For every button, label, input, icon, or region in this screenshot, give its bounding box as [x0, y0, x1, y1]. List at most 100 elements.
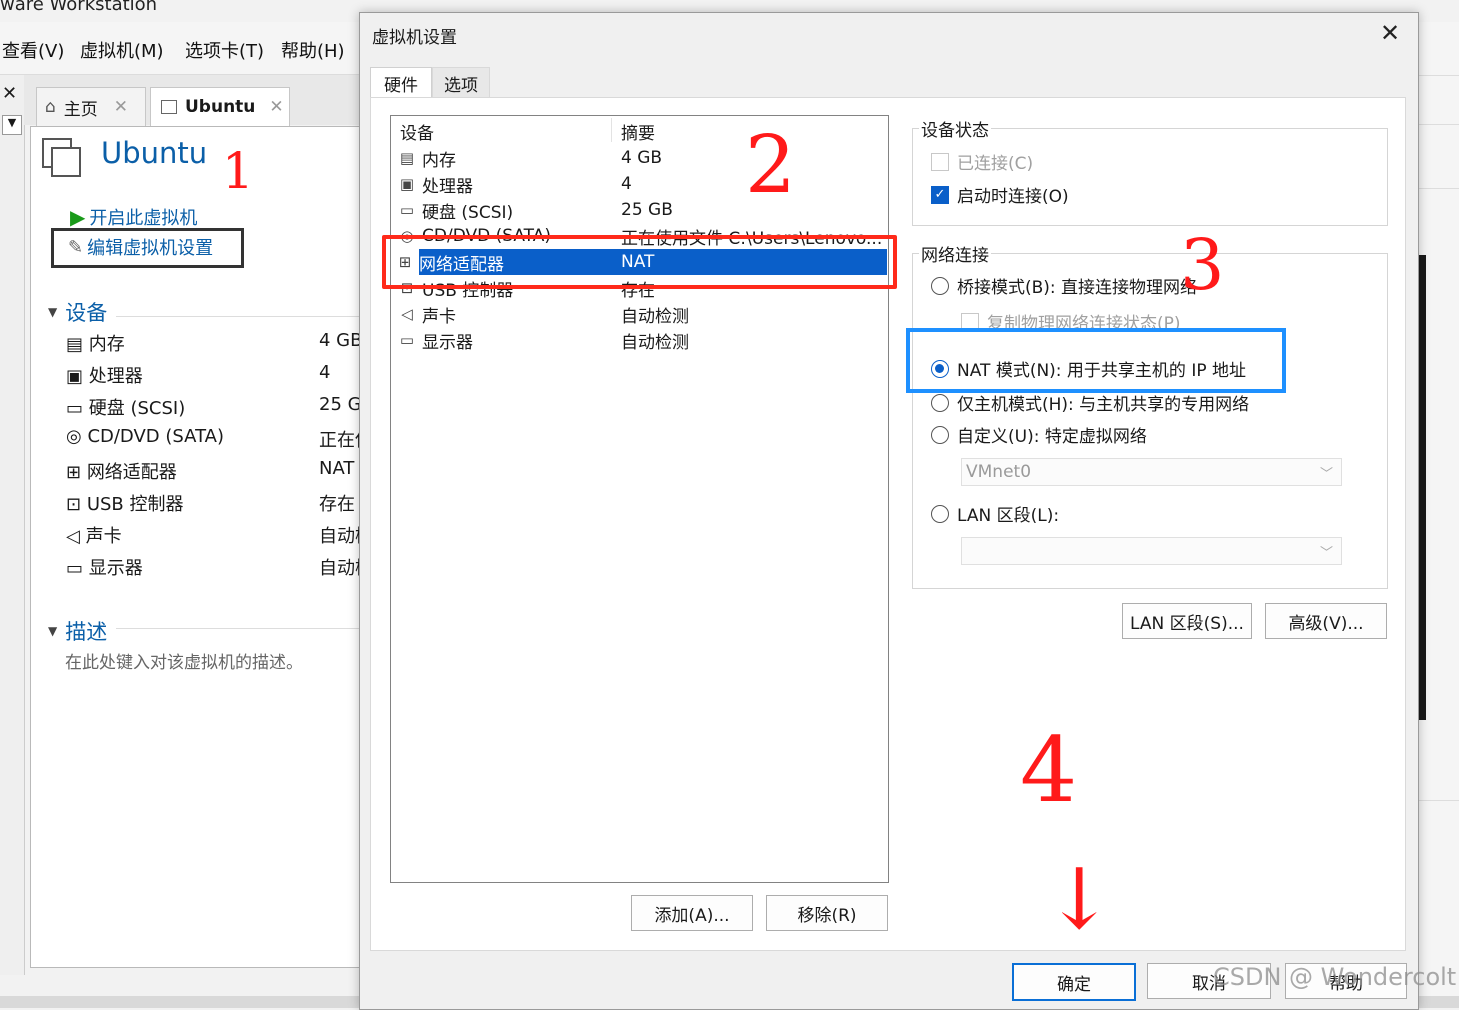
home-icon: ⌂ — [45, 97, 56, 117]
tab-home-label: 主页 — [63, 99, 98, 120]
network-icon: ⊞ — [66, 462, 87, 483]
sound-icon: ◁ — [401, 305, 413, 323]
device-value: 存在 — [319, 494, 355, 515]
remove-button[interactable]: 移除(R) — [766, 895, 888, 931]
divider — [116, 316, 359, 317]
vm-device-usb[interactable]: ⊡ USB 控制器 — [66, 490, 183, 516]
connected-checkbox[interactable]: 已连接(C) — [931, 149, 1033, 174]
ok-button[interactable]: 确定 — [1012, 963, 1136, 1001]
vm-device-sound[interactable]: ◁ 声卡 — [66, 522, 122, 548]
lan-segments-button[interactable]: LAN 区段(S)... — [1122, 603, 1252, 639]
custom-network-select[interactable]: VMnet0 ﹀ — [961, 458, 1342, 486]
device-name: 处理器 — [88, 366, 143, 387]
bridged-radio[interactable]: 桥接模式(B): 直接连接物理网络 — [931, 273, 1197, 298]
device-value: 正在使 — [319, 430, 359, 451]
device-name: 声卡 — [85, 526, 122, 547]
device-name: 处理器 — [422, 176, 473, 197]
device-name: 显示器 — [422, 332, 473, 353]
close-tab-icon[interactable]: ✕ — [114, 97, 128, 117]
device-summary: 自动检测 — [621, 332, 689, 353]
tab-ubuntu[interactable]: Ubuntu ✕ — [150, 87, 290, 126]
close-tab-icon[interactable]: ✕ — [269, 97, 283, 117]
harddisk-icon: ▭ — [399, 201, 415, 219]
library-strip: ✕ ▼ — [0, 75, 25, 975]
tab-hardware[interactable]: 硬件 — [370, 67, 432, 98]
power-on-link[interactable]: ▶ 开启此虚拟机 — [70, 204, 197, 230]
background-window-edge — [1418, 30, 1459, 1005]
vm-device-cpu[interactable]: ▣ 处理器 — [66, 362, 143, 388]
vm-name: Ubuntu — [101, 136, 208, 170]
close-library-icon[interactable]: ✕ — [2, 83, 17, 104]
tab-home[interactable]: ⌂ 主页 ✕ — [36, 87, 146, 126]
vm-device-monitor[interactable]: ▭ 显示器 — [66, 554, 143, 580]
device-status-legend: 设备状态 — [921, 121, 989, 141]
vm-device-cd[interactable]: ◎ CD/DVD (SATA) — [66, 426, 224, 447]
monitor-icon: ▭ — [66, 558, 89, 579]
tab-ubuntu-label: Ubuntu — [185, 97, 256, 117]
collapse-icon: ▼ — [48, 624, 58, 638]
memory-icon: ▤ — [399, 149, 415, 167]
description-section-header[interactable]: ▼ 描述 — [48, 616, 107, 646]
list-item-cpu[interactable]: ▣ 处理器 4 — [396, 171, 886, 197]
list-header: 设备 摘要 — [396, 118, 886, 144]
device-list: 设备 摘要 ▤ 内存 4 GB ▣ 处理器 4 ▭ 硬盘 (SCSI) 25 GB ◎ CD/… — [390, 115, 889, 883]
annotation-box-step2 — [382, 235, 897, 289]
column-device[interactable]: 设备 — [400, 119, 434, 144]
list-item-harddisk[interactable]: ▭ 硬盘 (SCSI) 25 GB — [396, 197, 886, 223]
radio-icon — [931, 425, 949, 444]
device-value: 自动检 — [319, 558, 359, 579]
list-item-memory[interactable]: ▤ 内存 4 GB — [396, 145, 886, 171]
bridged-label: 桥接模式(B): 直接连接物理网络 — [957, 278, 1198, 298]
chevron-down-icon: ﹀ — [1319, 467, 1333, 482]
connected-label: 已连接(C) — [957, 154, 1034, 174]
custom-label: 自定义(U): 特定虚拟网络 — [957, 427, 1147, 447]
list-item-monitor[interactable]: ▭ 显示器 自动检测 — [396, 327, 886, 353]
annotation-step2: 2 — [745, 118, 796, 211]
lan-segment-select[interactable]: ﹀ — [961, 537, 1342, 565]
device-name: CD/DVD (SATA) — [87, 426, 225, 447]
radio-icon — [931, 393, 949, 412]
monitor-icon: ▭ — [399, 331, 415, 349]
device-name: USB 控制器 — [86, 494, 184, 515]
dropdown-arrow-icon[interactable]: ▼ — [2, 115, 22, 135]
vm-device-network[interactable]: ⊞ 网络适配器 — [66, 458, 177, 484]
checkmark-icon: ✓ — [931, 185, 949, 204]
tab-options[interactable]: 选项 — [432, 67, 490, 98]
custom-radio[interactable]: 自定义(U): 特定虚拟网络 — [931, 422, 1147, 447]
divider — [116, 628, 359, 629]
hostonly-radio[interactable]: 仅主机模式(H): 与主机共享的专用网络 — [931, 390, 1249, 415]
annotation-box-step3 — [906, 328, 1286, 393]
lan-segment-radio[interactable]: LAN 区段(L): — [931, 501, 1059, 526]
device-value: 4 GB — [319, 330, 359, 351]
add-button[interactable]: 添加(A)... — [631, 895, 753, 931]
list-item-sound[interactable]: ◁ 声卡 自动检测 — [396, 301, 886, 327]
menu-tabs[interactable]: 选项卡(T) — [185, 37, 264, 63]
annotation-step1: 1 — [222, 142, 254, 200]
device-name: 硬盘 (SCSI) — [88, 398, 186, 419]
vm-settings-dialog: 虚拟机设置 ✕ 硬件 选项 设备 摘要 ▤ 内存 4 GB ▣ 处理器 4 ▭ 硬盘 (S… — [359, 12, 1419, 1010]
annotation-step3: 3 — [1180, 224, 1225, 306]
menu-vm[interactable]: 虚拟机(M) — [80, 37, 164, 63]
custom-network-value: VMnet0 — [966, 462, 1032, 482]
vm-icon — [161, 100, 177, 114]
vm-device-memory[interactable]: ▤ 内存 — [66, 330, 125, 356]
usb-icon: ⊡ — [66, 494, 87, 515]
device-name: 显示器 — [88, 558, 143, 579]
vm-device-harddisk[interactable]: ▭ 硬盘 (SCSI) — [66, 394, 185, 420]
devices-heading: 设备 — [65, 301, 108, 325]
advanced-button[interactable]: 高级(V)... — [1265, 603, 1387, 639]
menu-help[interactable]: 帮助(H) — [281, 37, 345, 63]
dialog-title: 虚拟机设置 — [372, 28, 457, 48]
description-heading: 描述 — [65, 620, 108, 644]
cd-icon: ◎ — [66, 426, 88, 447]
device-value: 25 G — [319, 394, 359, 415]
description-placeholder[interactable]: 在此处键入对该虚拟机的描述。 — [65, 648, 303, 673]
close-icon[interactable]: ✕ — [1380, 19, 1400, 47]
device-value: NAT — [319, 458, 355, 479]
checkbox-icon — [931, 152, 949, 171]
memory-icon: ▤ — [66, 334, 89, 355]
devices-section-header[interactable]: ▼ 设备 — [48, 297, 107, 327]
network-connection-legend: 网络连接 — [921, 246, 989, 266]
menu-view[interactable]: 查看(V) — [2, 37, 64, 63]
connect-on-poweron-checkbox[interactable]: ✓ 启动时连接(O) — [931, 182, 1069, 207]
